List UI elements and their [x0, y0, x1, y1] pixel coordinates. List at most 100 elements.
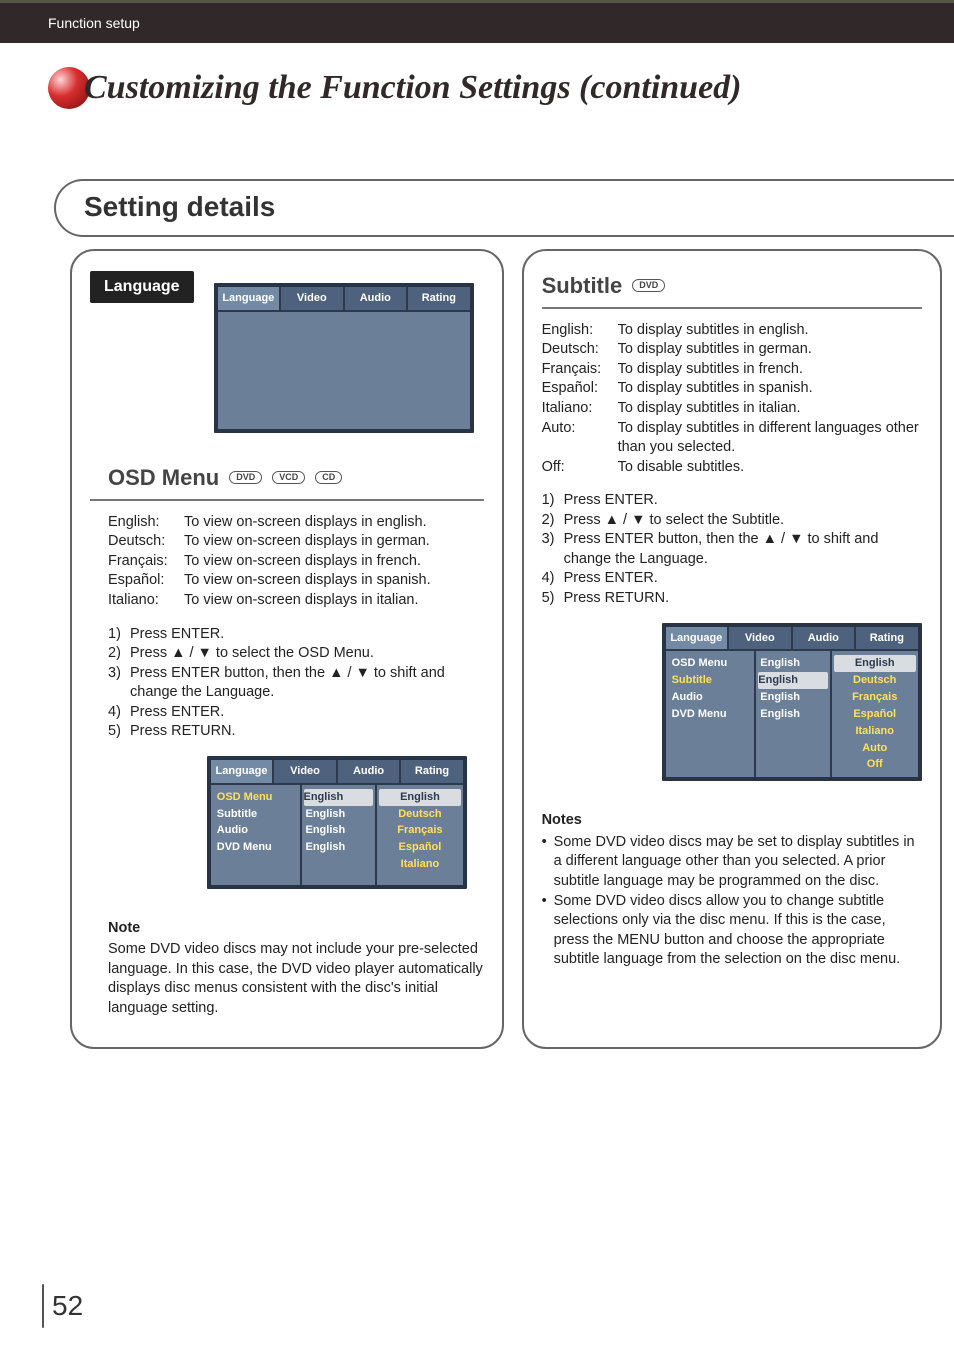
def-val: To view on-screen displays in french. [184, 552, 484, 572]
osd-option: Auto [836, 740, 914, 757]
right-column: Subtitle DVD English:To display subtitle… [522, 249, 942, 1049]
def-key: Deutsch: [542, 340, 618, 360]
note-item: Some DVD video discs may be set to displ… [554, 833, 922, 892]
notes-list: Some DVD video discs may be set to displ… [542, 833, 922, 970]
divider [90, 499, 484, 501]
step-text: Press ENTER button, then the ▲ / ▼ to sh… [130, 664, 484, 703]
osd-list-item: DVD Menu [217, 839, 294, 856]
osd-preview-top: Language Video Audio Rating [214, 283, 474, 433]
osd-values: English English English English [302, 785, 378, 885]
subtitle-definitions: English:To display subtitles in english.… [542, 321, 922, 478]
def-val: To view on-screen displays in italian. [184, 591, 484, 611]
osd-list-item: Subtitle [672, 672, 749, 689]
subtitle-heading-row: Subtitle DVD [542, 271, 922, 301]
osd-tab-language: Language [218, 287, 282, 310]
divider [542, 307, 922, 309]
step-text: Press ENTER. [564, 569, 922, 589]
step-text: Press ENTER button, then the ▲ / ▼ to sh… [564, 530, 922, 569]
step-text: Press ENTER. [564, 491, 922, 511]
osd-preview-wrap: Language Video Audio Rating OSD Menu Sub… [662, 623, 922, 782]
osd-menu-steps: 1) Press ENTER. 2)Press ▲ / ▼ to select t… [108, 625, 484, 742]
step-num: 2) [108, 644, 130, 664]
def-key: Español: [542, 379, 618, 399]
osd-values: English English English English [756, 651, 832, 777]
dvd-badge-icon: DVD [632, 279, 665, 292]
step-num: 1) [542, 491, 564, 511]
osd-option: Deutsch [381, 806, 459, 823]
def-val: To view on-screen displays in spanish. [184, 571, 484, 591]
page-title: Customizing the Function Settings (conti… [84, 69, 742, 107]
note-body: Some DVD video discs may not include you… [108, 940, 484, 1018]
osd-tab-language: Language [211, 760, 275, 783]
page-number-value: 52 [52, 1290, 83, 1322]
setting-details-bar: Setting details [54, 179, 954, 237]
osd-value: English [306, 839, 372, 856]
vcd-badge-icon: VCD [272, 471, 305, 484]
step-text: Press ▲ / ▼ to select the OSD Menu. [130, 644, 484, 664]
step-num: 4) [108, 703, 130, 723]
osd-list: OSD Menu Subtitle Audio DVD Menu [211, 785, 302, 885]
subtitle-heading: Subtitle [542, 271, 623, 301]
osd-list-item: Subtitle [217, 806, 294, 823]
osd-tabs: Language Video Audio Rating [666, 627, 918, 652]
osd-option: Off [836, 756, 914, 773]
osd-list-item: OSD Menu [217, 789, 294, 806]
left-column: Language Language Video Audio Rating OSD… [70, 249, 504, 1049]
osd-preview-wrap: Language Video Audio Rating OSD Menu Sub… [190, 756, 484, 889]
osd-list-item: Audio [672, 689, 749, 706]
step-num: 5) [108, 722, 130, 742]
osd-option: Español [381, 839, 459, 856]
osd-value: English [760, 706, 826, 723]
osd-options: English Deutsch Français Español Italian… [377, 785, 463, 885]
def-key: Auto: [542, 419, 618, 458]
def-val: To display subtitles in different langua… [618, 419, 922, 458]
osd-menu-definitions: English:To view on-screen displays in en… [108, 513, 484, 611]
osd-option: Français [836, 689, 914, 706]
osd-body: OSD Menu Subtitle Audio DVD Menu English… [666, 651, 918, 777]
step-text: Press RETURN. [130, 722, 484, 742]
page-title-row: Customizing the Function Settings (conti… [48, 67, 954, 109]
osd-value: English [760, 655, 826, 672]
def-key: Off: [542, 458, 618, 478]
osd-value: English [306, 822, 372, 839]
page-number: 52 [42, 1284, 83, 1328]
def-val: To display subtitles in english. [618, 321, 922, 341]
osd-option: Italiano [836, 723, 914, 740]
osd-preview-subtitle: Language Video Audio Rating OSD Menu Sub… [662, 623, 922, 782]
step-num: 5) [542, 589, 564, 609]
def-val: To display subtitles in french. [618, 360, 922, 380]
step-text: Press ENTER. [130, 703, 484, 723]
def-key: Français: [542, 360, 618, 380]
step-num: 1) [108, 625, 130, 645]
osd-option: Deutsch [836, 672, 914, 689]
section-header: Function setup [0, 3, 954, 43]
osd-tabs: Language Video Audio Rating [211, 760, 463, 785]
osd-value: English [758, 672, 828, 689]
def-val: To view on-screen displays in english. [184, 513, 484, 533]
dvd-badge-icon: DVD [229, 471, 262, 484]
subtitle-steps: 1)Press ENTER. 2)Press ▲ / ▼ to select t… [542, 491, 922, 608]
osd-tab-audio: Audio [345, 287, 409, 310]
osd-tab-rating: Rating [401, 760, 463, 783]
step-num: 3) [108, 664, 130, 703]
def-val: To display subtitles in spanish. [618, 379, 922, 399]
osd-tab-video: Video [729, 627, 793, 650]
def-key: Français: [108, 552, 184, 572]
osd-tab-video: Video [281, 287, 345, 310]
osd-menu-heading-row: OSD Menu DVD VCD CD [108, 463, 484, 493]
columns: Language Language Video Audio Rating OSD… [70, 249, 900, 1049]
osd-option: English [834, 655, 916, 672]
osd-list-item: OSD Menu [672, 655, 749, 672]
def-key: Deutsch: [108, 532, 184, 552]
def-key: English: [542, 321, 618, 341]
step-num: 2) [542, 511, 564, 531]
osd-option: Français [381, 822, 459, 839]
osd-tab-rating: Rating [856, 627, 918, 650]
osd-tab-rating: Rating [408, 287, 470, 310]
def-key: Español: [108, 571, 184, 591]
osd-list-item: DVD Menu [672, 706, 749, 723]
language-chip: Language [90, 271, 194, 303]
osd-tab-video: Video [274, 760, 338, 783]
note-item: Some DVD video discs allow you to change… [554, 892, 922, 970]
def-key: Italiano: [108, 591, 184, 611]
